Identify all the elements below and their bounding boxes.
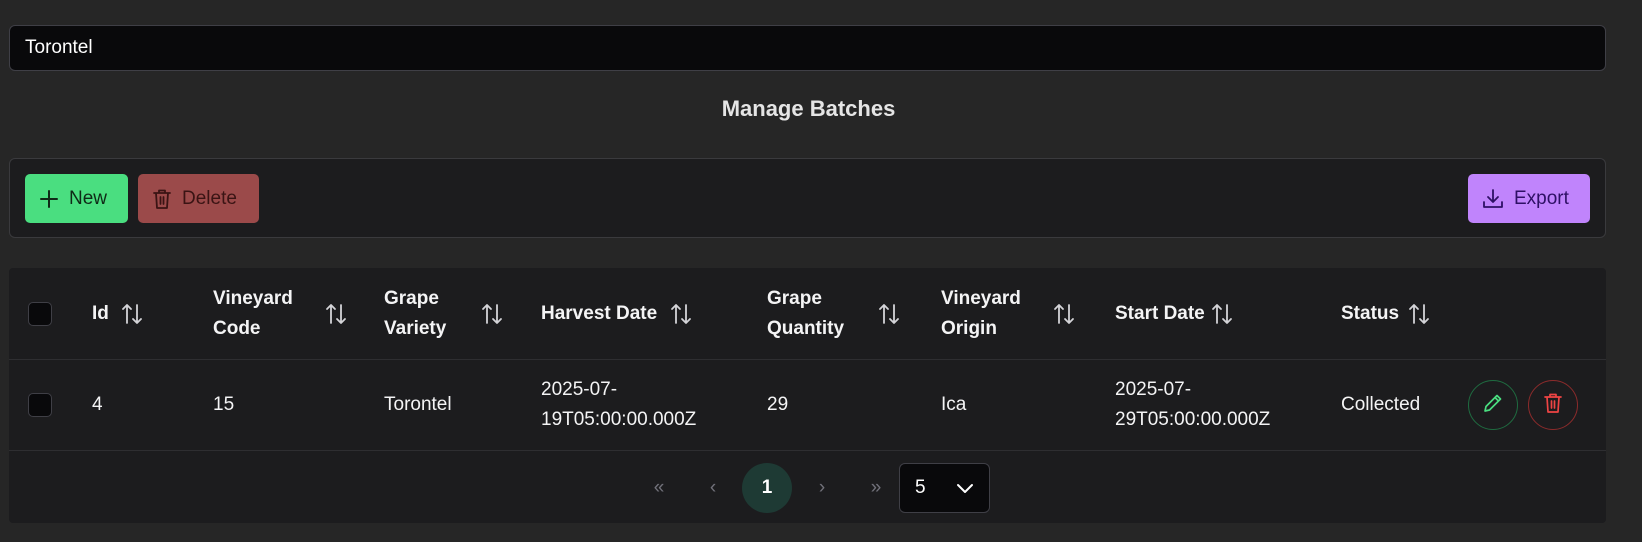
sort-icon[interactable] (120, 302, 144, 331)
sort-icon[interactable] (1052, 302, 1076, 331)
column-header-line: Grape (767, 287, 822, 309)
column-header-line: Quantity (767, 317, 845, 339)
sort-icon[interactable] (1407, 302, 1431, 331)
new-button-label: New (69, 187, 108, 209)
table-row[interactable]: 4 15 Torontel 2025-07- 19T05:00:00.000Z … (9, 360, 1606, 451)
edit-row-button[interactable] (1468, 380, 1518, 430)
toolbar: New Delete Export (9, 158, 1606, 238)
rows-per-page-value: 5 (915, 477, 926, 498)
search-input[interactable] (9, 25, 1606, 71)
column-header-line: Grape (384, 287, 439, 309)
app-root: Manage Batches New Delete Export Id (0, 0, 1642, 542)
cell-line: 2025-07- (1115, 379, 1192, 400)
sort-icon[interactable] (877, 302, 901, 331)
pencil-icon (1482, 392, 1504, 419)
paginator: « ‹ 1 › » 5 (9, 451, 1606, 523)
column-header-grape-quantity[interactable]: Grape Quantity (767, 268, 844, 359)
sort-icon[interactable] (324, 302, 348, 331)
column-header-line: Vineyard (941, 287, 1021, 309)
column-header-harvest-date[interactable]: Harvest Date (541, 268, 657, 359)
export-button[interactable]: Export (1468, 174, 1590, 223)
column-header-vineyard-code[interactable]: Vineyard Code (213, 268, 293, 359)
sort-icon[interactable] (480, 302, 504, 331)
page-title: Manage Batches (721, 96, 896, 121)
column-header-vineyard-origin[interactable]: Vineyard Origin (941, 268, 1021, 359)
cell-vineyard-code: 15 (213, 394, 235, 415)
cell-line: 2025-07- (541, 379, 618, 400)
column-header-status[interactable]: Status (1341, 268, 1399, 359)
trash-icon (152, 188, 172, 210)
rows-per-page-dropdown[interactable]: 5 (899, 463, 990, 513)
next-page-button[interactable]: › (797, 463, 847, 513)
download-icon (1482, 188, 1504, 210)
delete-row-button[interactable] (1528, 380, 1578, 430)
trash-icon (1543, 392, 1563, 419)
select-all-checkbox[interactable] (28, 301, 52, 326)
column-header-line: Vineyard (213, 287, 293, 309)
cell-status: Collected (1341, 394, 1421, 415)
delete-button[interactable]: Delete (138, 174, 259, 223)
last-page-button[interactable]: » (851, 463, 901, 513)
cell-id: 4 (92, 394, 103, 415)
column-header-line: Code (213, 317, 261, 339)
column-header-grape-variety[interactable]: Grape Variety (384, 268, 446, 359)
export-button-label: Export (1514, 187, 1569, 209)
column-header-start-date[interactable]: Start Date (1115, 268, 1205, 359)
plus-icon (39, 189, 59, 209)
cell-harvest-date: 2025-07- 19T05:00:00.000Z (541, 360, 696, 450)
cell-vineyard-origin: Ica (941, 394, 967, 415)
chevron-down-icon (956, 480, 974, 504)
column-header-line: Variety (384, 317, 447, 339)
delete-button-label: Delete (182, 187, 237, 209)
first-page-button[interactable]: « (634, 463, 684, 513)
cell-line: 19T05:00:00.000Z (541, 409, 697, 430)
table-header: Id Vineyard Code Grape Variety Harvest D… (9, 268, 1606, 360)
cell-grape-variety: Torontel (384, 394, 452, 415)
cell-line: 29T05:00:00.000Z (1115, 409, 1271, 430)
row-checkbox[interactable] (28, 393, 52, 417)
column-header-line: Origin (941, 317, 997, 339)
column-header-id[interactable]: Id (92, 268, 109, 359)
new-button[interactable]: New (25, 174, 128, 223)
page-number-button[interactable]: 1 (742, 463, 792, 513)
batches-table: Id Vineyard Code Grape Variety Harvest D… (9, 268, 1606, 523)
sort-icon[interactable] (669, 302, 693, 331)
sort-icon[interactable] (1210, 302, 1234, 331)
prev-page-button[interactable]: ‹ (688, 463, 738, 513)
cell-grape-quantity: 29 (767, 394, 789, 415)
cell-start-date: 2025-07- 29T05:00:00.000Z (1115, 360, 1270, 450)
